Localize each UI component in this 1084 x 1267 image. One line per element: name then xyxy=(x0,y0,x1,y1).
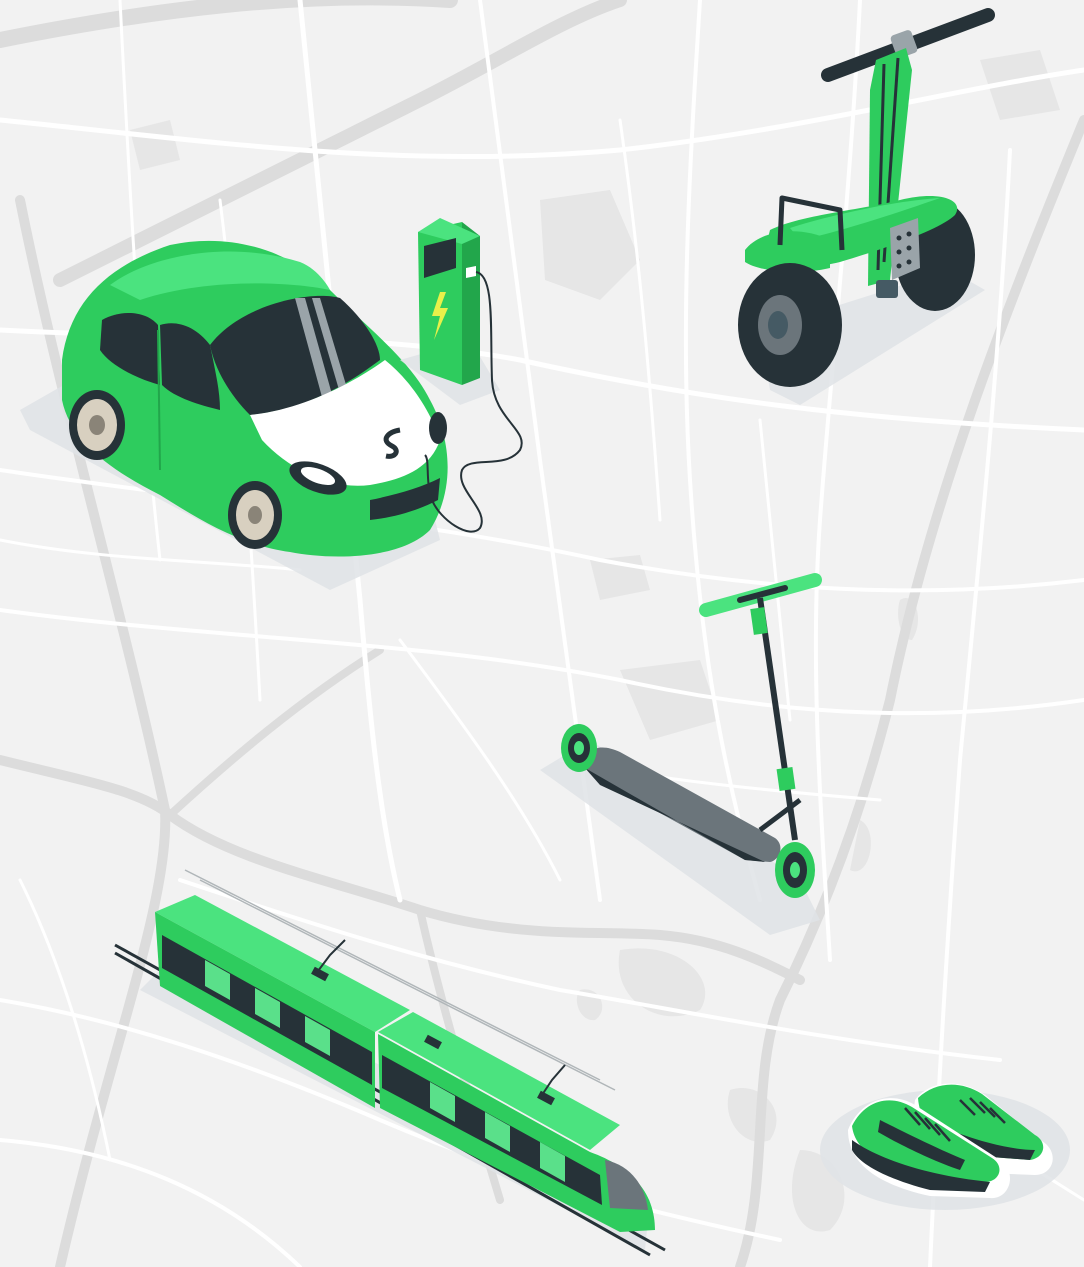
scooter-wheel-rear xyxy=(561,724,597,772)
car-wheel-front xyxy=(228,481,282,549)
mobility-map-illustration xyxy=(0,0,1084,1267)
charger-side xyxy=(462,222,480,385)
car-wheel-rear xyxy=(69,390,125,460)
city-map-background xyxy=(0,0,1084,1267)
segway-wheel-front xyxy=(738,263,842,387)
charger-plug xyxy=(466,266,476,278)
car-headlight-right xyxy=(429,412,447,444)
scooter-wheel-front xyxy=(775,842,815,898)
